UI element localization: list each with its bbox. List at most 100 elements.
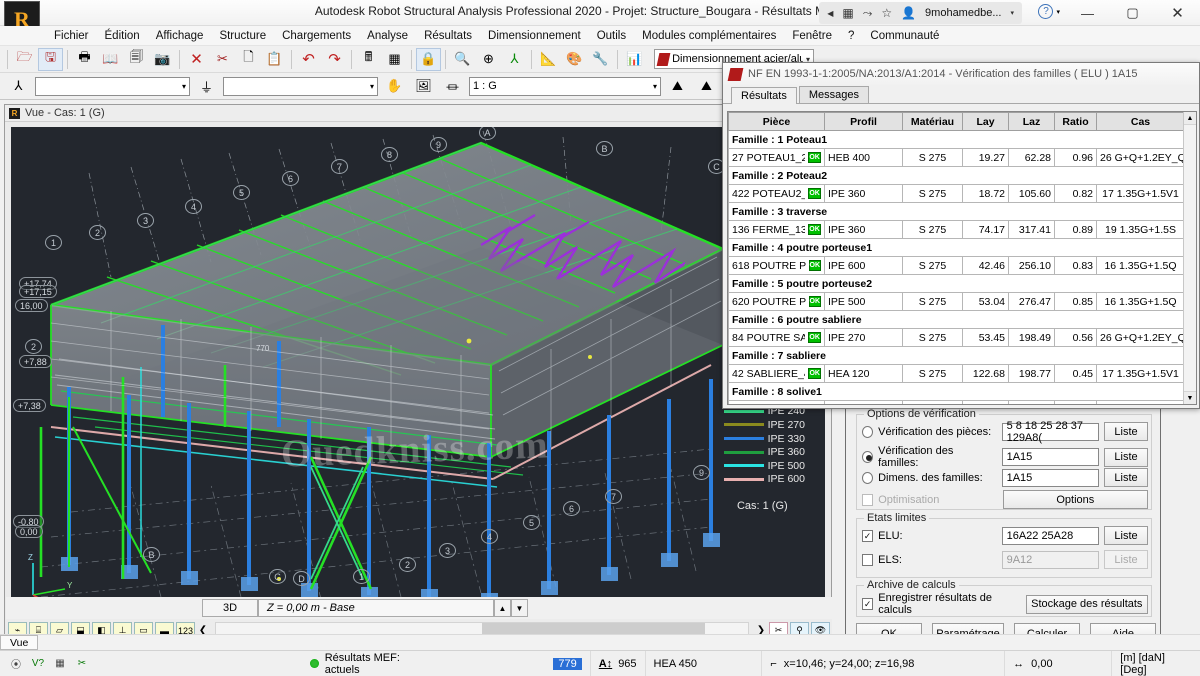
results-vertical-scrollbar[interactable]: ▲ ▼: [1183, 112, 1196, 404]
user-icon[interactable]: 👤: [901, 6, 916, 20]
node-query-icon[interactable]: ⅄: [6, 75, 31, 98]
star-icon[interactable]: ☆: [881, 6, 892, 20]
lock-icon[interactable]: 🔒: [416, 47, 441, 71]
tab-vue[interactable]: Vue: [0, 635, 39, 650]
scroll-up-arrow[interactable]: ▲: [1184, 112, 1196, 125]
cut-icon[interactable]: ✂: [210, 48, 235, 71]
menu-item-affichage[interactable]: Affichage: [148, 30, 212, 42]
view-icon[interactable]: 🖼: [411, 75, 436, 98]
cut-tool-icon[interactable]: ✂: [74, 656, 90, 672]
elu-checkbox[interactable]: ✓: [862, 529, 874, 542]
model-canvas[interactable]: 770 1 2 3 4 5 6 7 8 9 A B C D B C D 1 2 …: [11, 127, 825, 615]
dimension-icon[interactable]: 📐: [536, 48, 561, 71]
chevron-down-icon[interactable]: ▾: [178, 82, 186, 91]
menu-item-structure[interactable]: Structure: [211, 30, 274, 42]
menu-item-aide[interactable]: ?: [840, 30, 862, 42]
window-buttons[interactable]: — ▢ ✕: [1065, 0, 1200, 26]
optimisation-checkbox[interactable]: [862, 493, 874, 506]
chevron-left-icon[interactable]: ◀: [827, 9, 833, 18]
zoom-icon[interactable]: 🔍: [450, 48, 475, 71]
cell-piece[interactable]: 84 POUTRE SABOK: [728, 328, 825, 347]
col-piece[interactable]: Pièce: [728, 112, 825, 131]
level-up-button[interactable]: ▲: [494, 599, 511, 617]
account-name[interactable]: 9mohamedbe...: [925, 7, 1001, 19]
support-def-icon[interactable]: ⏛: [440, 75, 465, 98]
screenshot-icon[interactable]: 📷: [150, 48, 175, 71]
menu-item-communaute[interactable]: Communauté: [862, 30, 947, 42]
selection-combo-2[interactable]: ▾: [223, 76, 378, 96]
verification-pieces-input[interactable]: 5 8 18 25 28 37 129A8(: [1001, 420, 1100, 444]
elu-input[interactable]: 16A22 25A28: [1001, 526, 1100, 545]
print-icon[interactable]: 🖶: [72, 48, 97, 71]
col-profil[interactable]: Profil: [824, 112, 903, 131]
snap-icon[interactable]: ⅄: [502, 48, 527, 71]
dimens-families-liste-button[interactable]: Liste: [1104, 468, 1148, 487]
query-tool-icon[interactable]: V?: [30, 656, 46, 672]
paste-icon[interactable]: 📋: [262, 48, 287, 71]
cell-piece[interactable]: 136 FERME_136 OK: [728, 220, 825, 239]
selection-combo-1[interactable]: ▾: [35, 76, 190, 96]
section-b-icon[interactable]: ⛰: [694, 75, 719, 98]
els-checkbox[interactable]: [862, 553, 874, 566]
dimens-families-radio[interactable]: [862, 471, 874, 484]
page-setup-icon[interactable]: 🗐: [124, 48, 149, 71]
share-icon[interactable]: ⤳: [863, 6, 873, 21]
section-a-icon[interactable]: ⛰: [665, 75, 690, 98]
load-case-combo[interactable]: 1 : G ▾: [469, 76, 661, 96]
tables-icon[interactable]: 📊: [622, 48, 647, 71]
cell-piece[interactable]: 422 POTEAU2_4 OK: [728, 184, 825, 203]
view-mode-button[interactable]: 3D: [202, 599, 258, 617]
display-icon[interactable]: 🎨: [562, 48, 587, 71]
table-calc-icon[interactable]: ▦: [382, 48, 407, 71]
level-down-button[interactable]: ▼: [511, 599, 528, 617]
menu-item-resultats[interactable]: Résultats: [416, 30, 480, 42]
dimens-families-input[interactable]: 1A15: [1001, 468, 1100, 487]
col-lay[interactable]: Lay: [962, 112, 1009, 131]
open-icon[interactable]: 🗁: [12, 48, 37, 71]
scroll-down-arrow[interactable]: ▼: [1184, 391, 1196, 404]
menu-item-fenetre[interactable]: Fenêtre: [784, 30, 840, 42]
optimisation-options-button[interactable]: Options: [1002, 490, 1148, 509]
col-materiau[interactable]: Matériau: [902, 112, 963, 131]
restore-button[interactable]: ▢: [1110, 0, 1155, 26]
redo-icon[interactable]: ↷: [322, 48, 347, 71]
verification-families-radio[interactable]: [862, 451, 874, 463]
close-button[interactable]: ✕: [1155, 0, 1200, 26]
chevron-down-icon[interactable]: ▾: [1010, 9, 1014, 17]
help-group[interactable]: ? ▾: [1038, 4, 1060, 19]
cell-piece[interactable]: 42 SABLIERE_42OK: [728, 364, 825, 383]
storage-results-button[interactable]: Stockage des résultats: [1025, 594, 1148, 614]
cell-piece[interactable]: 27 POTEAU1_27 OK: [728, 148, 825, 167]
menu-item-modules[interactable]: Modules complémentaires: [634, 30, 784, 42]
calculator-icon[interactable]: 🖩: [356, 48, 381, 71]
menu-item-outils[interactable]: Outils: [589, 30, 634, 42]
cell-piece[interactable]: 618 POUTRE POROK: [728, 256, 825, 275]
save-icon[interactable]: 🖫: [38, 47, 63, 71]
results-grid[interactable]: Pièce Profil Matériau Lay Laz Ratio Cas …: [727, 111, 1197, 405]
cell-piece[interactable]: 620 POUTRE POROK: [728, 292, 825, 311]
menu-item-edition[interactable]: Édition: [97, 30, 148, 42]
chevron-down-icon[interactable]: ▾: [366, 82, 374, 91]
elu-liste-button[interactable]: Liste: [1104, 526, 1148, 545]
undo-icon[interactable]: ↶: [296, 48, 321, 71]
menu-item-analyse[interactable]: Analyse: [359, 30, 416, 42]
copy-icon[interactable]: 🗋: [236, 48, 261, 71]
verification-pieces-radio[interactable]: [862, 425, 874, 438]
minimize-button[interactable]: —: [1065, 0, 1110, 26]
col-laz[interactable]: Laz: [1008, 112, 1055, 131]
gallery-icon[interactable]: ▦: [842, 6, 853, 20]
print-preview-icon[interactable]: 📖: [98, 48, 123, 71]
menu-item-chargements[interactable]: Chargements: [274, 30, 359, 42]
chevron-down-icon[interactable]: ▾: [649, 82, 657, 91]
verification-families-input[interactable]: 1A15: [1001, 448, 1100, 466]
menu-item-dimensionnement[interactable]: Dimensionnement: [480, 30, 589, 42]
delete-icon[interactable]: ✕: [184, 48, 209, 71]
cell-piece[interactable]: 185 SOLIVE_185OK: [728, 400, 825, 404]
col-ratio[interactable]: Ratio: [1054, 112, 1097, 131]
verification-families-liste-button[interactable]: Liste: [1104, 447, 1148, 467]
tools-icon[interactable]: 🔧: [588, 48, 613, 71]
verification-pieces-liste-button[interactable]: Liste: [1104, 422, 1148, 441]
hand-query-icon[interactable]: ✋: [382, 75, 407, 98]
help-icon[interactable]: ?: [1038, 4, 1054, 19]
zoom-all-icon[interactable]: ⊕: [476, 48, 501, 71]
